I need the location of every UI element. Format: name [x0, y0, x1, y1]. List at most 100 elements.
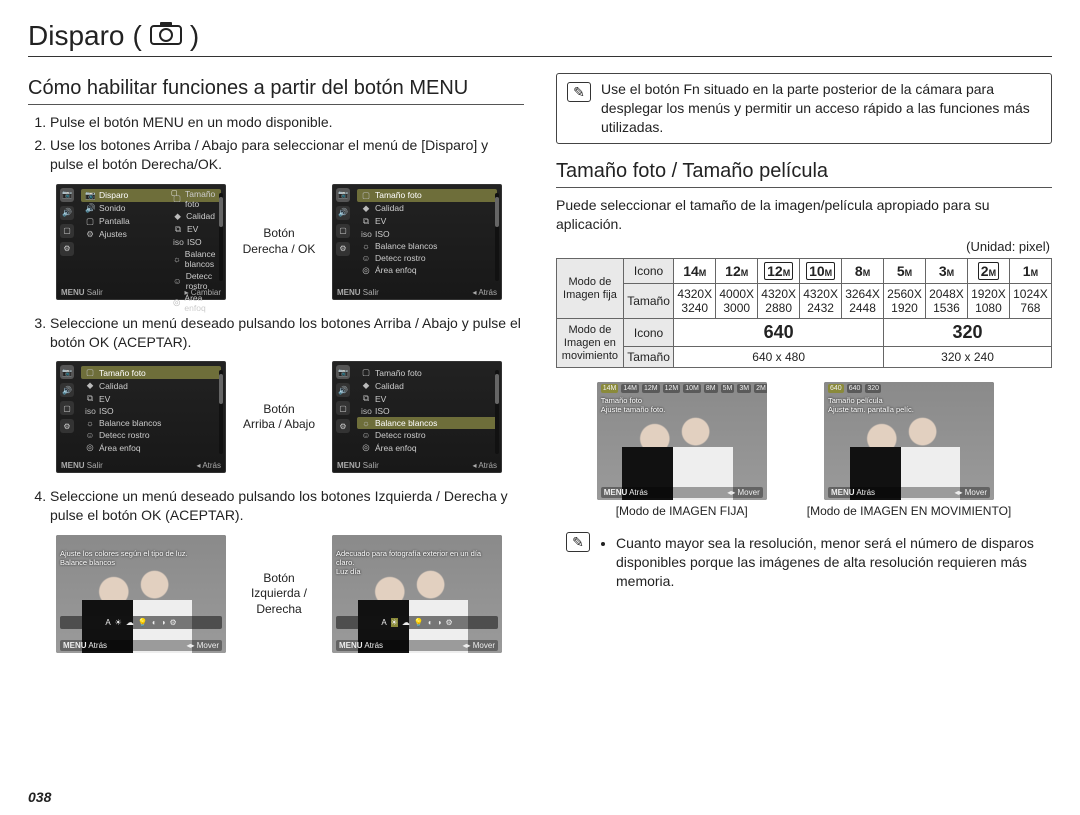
step-3: Seleccione un menú deseado pulsando los …: [50, 314, 524, 352]
size-cell: 4320X 2880: [758, 284, 800, 319]
submenu-item: Calidad: [375, 381, 404, 391]
title-close-paren: ): [190, 20, 199, 52]
steps-list-2: Seleccione un menú deseado pulsando los …: [28, 314, 524, 352]
still-size-strip: 14M 14M 12M 12M 10M 8M 5M 3M 2M: [601, 384, 763, 393]
submenu-item: Balance blancos: [185, 249, 216, 269]
title-text: Disparo: [28, 20, 124, 52]
page-number: 038: [28, 789, 51, 805]
title-open-paren: (: [132, 20, 141, 52]
footer-exit: Salir: [363, 288, 379, 297]
preview-still: 14M 14M 12M 12M 10M 8M 5M 3M 2M Tamaño f…: [597, 382, 767, 500]
footer-back: Atrás: [88, 641, 107, 650]
menu-item: Pantalla: [99, 216, 130, 226]
menu-item: Disparo: [99, 190, 128, 200]
submenu-item: Balance blancos: [375, 241, 437, 251]
note-icon: ✎: [566, 532, 590, 552]
size-cell: 4320X 2432: [800, 284, 842, 319]
size-label: Tamaño: [623, 284, 673, 319]
submenu-item: ISO: [375, 229, 390, 239]
fig-label-up-down: Botón Arriba / Abajo: [234, 402, 324, 433]
size-cell: 3264X 2448: [842, 284, 884, 319]
sound-icon: 🔊: [85, 203, 95, 214]
right-intro: Puede seleccionar el tamaño de la imagen…: [556, 196, 1052, 234]
tab-display-icon: ▢: [60, 224, 74, 238]
submenu-item: Detecc rostro: [375, 253, 426, 263]
submenu-item: Tamaño foto: [185, 189, 215, 209]
wb-icon-strip: A☀☁💡◐◑⚙: [336, 616, 498, 629]
size-cell: 4320X 3240: [674, 284, 716, 319]
submenu-item: Área enfoq: [375, 443, 417, 453]
size-cell: 4000X 3000: [716, 284, 758, 319]
fig-label-left-right: Botón Izquierda / Derecha: [234, 571, 324, 618]
unit-hint: (Unidad: pixel): [556, 239, 1050, 254]
submenu-item: Calidad: [375, 203, 404, 213]
live-preview-wb-daylight: Adecuado para fotografía exterior en un …: [332, 535, 502, 653]
lcd-shoot-menu: 📷 🔊 ▢ ⚙ ▢Tamaño foto ◆Calidad ⧉EV isoISO…: [332, 184, 502, 300]
submenu-item: EV: [375, 394, 386, 404]
movie-icon-640: 640: [674, 319, 884, 347]
submenu-item: Detecc rostro: [375, 430, 426, 440]
steps-list: Pulse el botón MENU en un modo disponibl…: [28, 113, 524, 174]
size-cell: 2560X 1920: [884, 284, 926, 319]
camera-icon: [150, 20, 182, 52]
figure-row-2: 📷🔊▢⚙ ▢Tamaño foto ◆Calidad ⧉EV isoISO ☼B…: [56, 361, 524, 473]
footer-back: Atrás: [478, 288, 497, 297]
preview-movie: 640 640 320 Tamaño película Ajuste tam. …: [824, 382, 994, 500]
movie-mode-label: Modo de Imagen en movimiento: [557, 319, 624, 368]
step-4: Seleccione un menú deseado pulsando los …: [50, 487, 524, 525]
size-table: Modo de Imagen fija Icono 14M 12M 12M 10…: [556, 258, 1052, 368]
page-title: Disparo ( ): [28, 20, 1052, 57]
icon-label: Icono: [623, 319, 673, 347]
size-label: Tamaño: [623, 347, 673, 368]
submenu-item: Detecc rostro: [99, 430, 150, 440]
steps-list-3: Seleccione un menú deseado pulsando los …: [28, 487, 524, 525]
submenu-item: Área enfoq: [99, 443, 141, 453]
tab-camera-icon: 📷: [60, 188, 74, 202]
submenu-item: Balance blancos: [375, 418, 437, 428]
still-mode-label: Modo de Imagen fija: [557, 259, 624, 319]
gear-icon: ⚙: [85, 229, 95, 240]
live-caption-line1: Ajuste los colores según el tipo de luz.: [60, 549, 222, 558]
preview-row: 14M 14M 12M 12M 10M 8M 5M 3M 2M Tamaño f…: [556, 382, 1052, 518]
submenu-item: Balance blancos: [99, 418, 161, 428]
display-icon: ▢: [85, 216, 95, 227]
size-cell: 2048X 1536: [925, 284, 967, 319]
tab-sound-icon: 🔊: [336, 206, 350, 220]
step-2: Use los botones Arriba / Abajo para sele…: [50, 136, 524, 174]
tab-settings-icon: ⚙: [336, 242, 350, 256]
movie-size-640: 640 x 480: [674, 347, 884, 368]
right-heading: Tamaño foto / Tamaño película: [556, 160, 1052, 188]
live-caption-line1: Adecuado para fotografía exterior en un …: [336, 549, 498, 567]
preview-still-caption: [Modo de IMAGEN FIJA]: [616, 504, 748, 518]
scrollbar: [495, 193, 499, 281]
preview-movie-caption: [Modo de IMAGEN EN MOVIMIENTO]: [807, 504, 1012, 518]
movie-icon-320: 320: [884, 319, 1052, 347]
scrollbar: [219, 193, 223, 281]
lcd-shoot-menu-2: 📷🔊▢⚙ ▢Tamaño foto ◆Calidad ⧉EV isoISO ☼B…: [332, 361, 502, 473]
figure-row-1: 📷 🔊 ▢ ⚙ 📷Disparo 🔊Sonido ▢Pantalla ⚙Ajus…: [56, 184, 524, 300]
live-caption-line2: Balance blancos: [60, 558, 222, 567]
tab-settings-icon: ⚙: [60, 242, 74, 256]
submenu-item: ISO: [187, 237, 202, 247]
submenu-item: Tamaño foto: [375, 190, 422, 200]
submenu-item: EV: [375, 216, 386, 226]
footer-exit: Salir: [87, 288, 103, 297]
note-top: ✎ Use el botón Fn situado en la parte po…: [556, 73, 1052, 144]
left-heading: Cómo habilitar funciones a partir del bo…: [28, 77, 524, 105]
note-bottom: ✎ Cuanto mayor sea la resolución, menor …: [556, 530, 1052, 591]
tab-camera-icon: 📷: [336, 188, 350, 202]
submenu-item: Calidad: [99, 381, 128, 391]
submenu-item: EV: [187, 224, 198, 234]
menu-item: Ajustes: [99, 229, 127, 239]
note-top-text: Use el botón Fn situado en la parte post…: [601, 80, 1041, 137]
menu-key-label: MENU: [337, 288, 361, 297]
submenu-item: ISO: [99, 406, 114, 416]
preview-sub: Ajuste tam. pantalla pelíc.: [828, 405, 990, 414]
submenu-item: EV: [99, 394, 110, 404]
figure-row-3: Ajuste los colores según el tipo de luz.…: [56, 535, 524, 653]
camera-icon: 📷: [85, 190, 95, 201]
tab-sound-icon: 🔊: [60, 206, 74, 220]
size-cell: 1024X 768: [1009, 284, 1051, 319]
live-caption-line2: Luz día: [336, 567, 498, 576]
preview-sub: Ajuste tamaño foto.: [601, 405, 763, 414]
